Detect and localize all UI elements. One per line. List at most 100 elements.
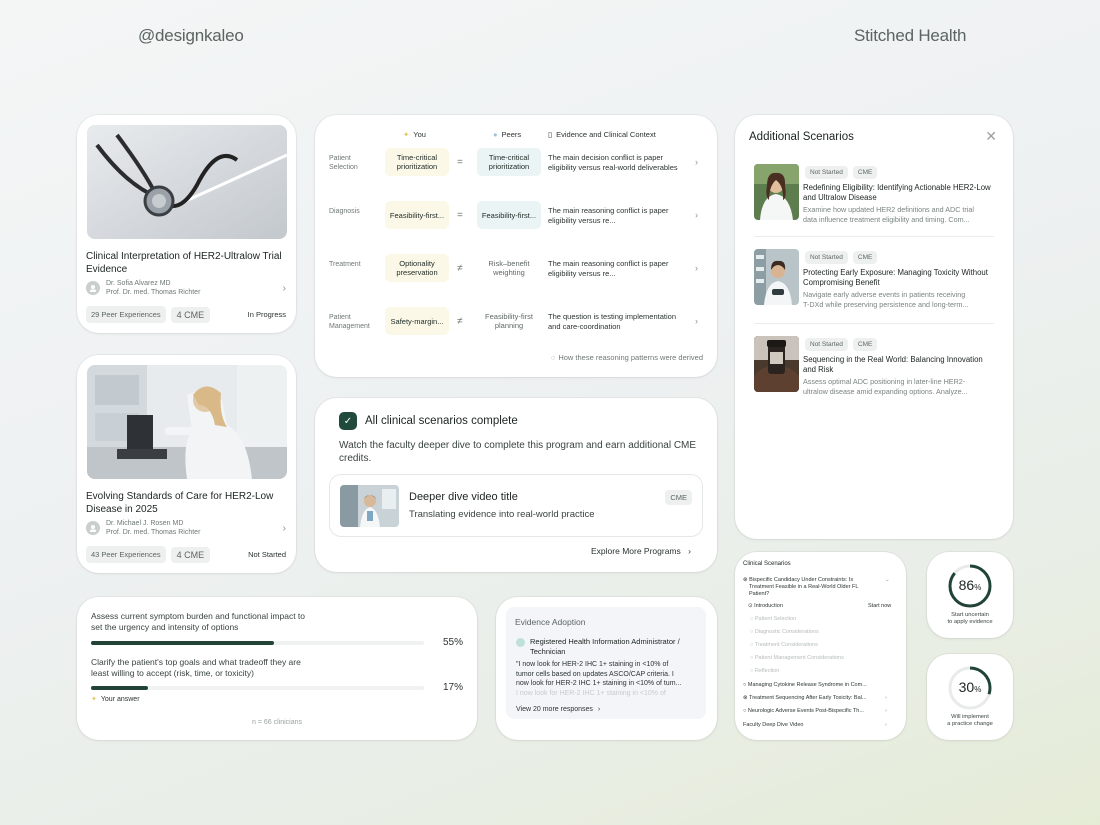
status-badge: Not Started xyxy=(805,166,848,179)
cme-badge: CME xyxy=(852,338,878,351)
brand-designer: @designkaleo xyxy=(138,26,244,45)
author-name: Prof. Dr. med. Thomas Richter xyxy=(106,529,201,536)
program-card[interactable]: Evolving Standards of Care for HER2-Low … xyxy=(77,355,296,573)
chevron-right-icon[interactable]: › xyxy=(695,263,698,273)
result-bar xyxy=(91,686,424,690)
chevron-right-icon[interactable]: › xyxy=(695,157,698,167)
section-item[interactable]: ○ Patient Selection xyxy=(750,616,900,623)
comparison-row[interactable]: Patient Selection Time-critical prioriti… xyxy=(329,148,704,180)
chevron-right-icon[interactable]: › xyxy=(885,708,887,714)
result-percent: 55% xyxy=(443,637,464,648)
scenario-description: Navigate early adverse events in patient… xyxy=(803,290,969,309)
derivation-link[interactable]: ◌ How these reasoning patterns were deriv… xyxy=(551,353,703,362)
peer-answer: Risk–benefit weighting xyxy=(488,259,530,277)
context-text: The main reasoning conflict is paper eli… xyxy=(548,206,669,225)
program-title: Evolving Standards of Care for HER2-Low … xyxy=(86,491,274,515)
section-item[interactable]: ○ Patient Management Considerations xyxy=(750,655,900,662)
deep-dive-video-link[interactable]: Faculty Deep Dive Video xyxy=(743,722,883,729)
comparison-row[interactable]: Patient Management Safety-margin... ≠ Fe… xyxy=(329,307,704,339)
view-more-responses-link[interactable]: View 20 more responses › xyxy=(516,706,600,713)
row-label: Diagnosis xyxy=(329,208,360,215)
scenario-link[interactable]: ○ Managing Cytokine Release Syndrome in … xyxy=(743,682,883,689)
section-item[interactable]: ○ Diagnostic Considerations xyxy=(750,629,900,636)
chevron-right-icon[interactable]: › xyxy=(283,523,286,534)
you-answer: Feasibility-first... xyxy=(385,201,449,229)
author-name: Dr. Sofia Alvarez MD xyxy=(106,280,171,287)
section-item[interactable]: ○ Treatment Considerations xyxy=(750,642,900,649)
chevron-down-icon[interactable]: ⌄ xyxy=(885,577,890,583)
section-introduction[interactable]: ⊙ Introduction xyxy=(748,603,848,610)
row-label: Treatment xyxy=(329,261,361,268)
section-item[interactable]: ○ Reflection xyxy=(750,668,900,675)
scenario-link-line: Patient? xyxy=(749,591,770,597)
you-answer: Time-critical prioritization xyxy=(385,148,449,176)
chevron-right-icon[interactable]: › xyxy=(695,316,698,326)
peer-answer: Feasibility-first... xyxy=(477,201,541,229)
scenario-description: Examine how updated HER2 definitions and… xyxy=(803,205,974,224)
scenario-link[interactable]: ⊗ Treatment Sequencing After Early Toxic… xyxy=(743,695,883,702)
scenario-link-line: Treatment Feasible in a Real-World Older… xyxy=(749,584,859,590)
respondent-avatar-icon xyxy=(516,638,525,647)
video-card[interactable]: Deeper dive video title Translating evid… xyxy=(329,474,703,537)
cme-badge: 4 CME xyxy=(170,546,211,563)
scenario-title: Sequencing in the Real World: Balancing … xyxy=(803,355,983,374)
survey-question: Assess current symptom burden and functi… xyxy=(91,611,306,632)
evidence-title: Evidence Adoption xyxy=(515,617,586,627)
program-authors: Dr. Michael J. Rosen MD Prof. Dr. med. T… xyxy=(86,519,286,537)
chevron-right-icon[interactable]: › xyxy=(885,695,887,701)
mismatch-icon: ≠ xyxy=(457,316,463,327)
outline-title: Clinical Scenarios xyxy=(743,561,791,567)
comparison-row[interactable]: Diagnosis Feasibility-first... = Feasibi… xyxy=(329,201,704,233)
match-icon: = xyxy=(457,210,463,221)
scenario-title: Protecting Early Exposure: Managing Toxi… xyxy=(803,268,988,287)
video-subtitle: Translating evidence into real-world pra… xyxy=(409,509,595,520)
practice-change-stat-card: 30% Will implement a practice change xyxy=(927,654,1013,740)
evidence-adoption-card: Evidence Adoption Registered Health Info… xyxy=(496,597,717,740)
video-title: Deeper dive video title xyxy=(409,491,518,503)
column-header-context: ▯ Evidence and Clinical Context xyxy=(548,130,656,139)
video-thumbnail xyxy=(340,485,399,527)
row-label: Patient Management xyxy=(329,314,370,330)
start-now-link[interactable]: Start now xyxy=(868,603,898,610)
chevron-right-icon[interactable]: › xyxy=(695,210,698,220)
respondent: Registered Health Information Administra… xyxy=(516,637,696,656)
peer-experiences-badge: 43 Peer Experiences xyxy=(86,546,166,563)
context-text: The question is testing implementation a… xyxy=(548,312,676,331)
program-title: Clinical Interpretation of HER2-Ultralow… xyxy=(86,251,282,275)
row-label: Patient Selection xyxy=(329,155,358,171)
author-name: Dr. Michael J. Rosen MD xyxy=(106,520,184,527)
doctor-portrait-image xyxy=(754,164,799,220)
divider xyxy=(754,323,994,324)
peer-answer: Feasibility-first planning xyxy=(485,312,533,330)
column-header-you: ✦ You xyxy=(403,130,426,139)
stethoscope-image xyxy=(87,125,287,239)
chevron-right-icon: › xyxy=(597,706,601,713)
complete-description: Watch the faculty deeper dive to complet… xyxy=(339,440,697,464)
peer-answer: Time-critical prioritization xyxy=(477,148,541,176)
program-authors: Dr. Sofia Alvarez MD Prof. Dr. med. Thom… xyxy=(86,279,286,297)
comparison-row[interactable]: Treatment Optionality preservation ≠ Ris… xyxy=(329,254,704,286)
context-text: The main decision conflict is paper elig… xyxy=(548,153,678,172)
chevron-right-icon[interactable]: › xyxy=(283,283,286,294)
scenario-description: Assess optimal ADC positioning in later-… xyxy=(803,377,968,396)
cme-badge: CME xyxy=(665,490,692,505)
explore-programs-link[interactable]: Explore More Programs › xyxy=(591,546,691,556)
cme-badge: 4 CME xyxy=(170,306,211,323)
close-icon[interactable]: ✕ xyxy=(985,128,997,145)
reasoning-comparison-card: ✦ You ● Peers ▯ Evidence and Clinical Conte… xyxy=(315,115,717,377)
program-card[interactable]: Clinical Interpretation of HER2-Ultralow… xyxy=(77,115,296,333)
response-quote: "I now look for HER-2 IHC 1+ staining in… xyxy=(516,661,682,697)
result-bar xyxy=(91,641,424,645)
cme-badge: CME xyxy=(852,251,878,264)
lab-researcher-microscope-image xyxy=(87,365,287,479)
match-icon: = xyxy=(457,157,463,168)
status-label: Not Started xyxy=(248,550,286,559)
chevron-right-icon[interactable]: › xyxy=(885,722,887,728)
scenario-link[interactable]: ⊗ Bispecific Candidacy Under Constraints… xyxy=(743,577,893,584)
brand-company: Stitched Health xyxy=(854,26,967,45)
status-badge: Not Started xyxy=(805,251,848,264)
document-icon: ▯ xyxy=(548,130,553,139)
sample-size: n = 66 clinicians xyxy=(251,719,302,726)
chevron-right-icon: › xyxy=(688,546,691,556)
scenario-link[interactable]: ○ Neurologic Adverse Events Post-Bispeci… xyxy=(743,708,883,715)
